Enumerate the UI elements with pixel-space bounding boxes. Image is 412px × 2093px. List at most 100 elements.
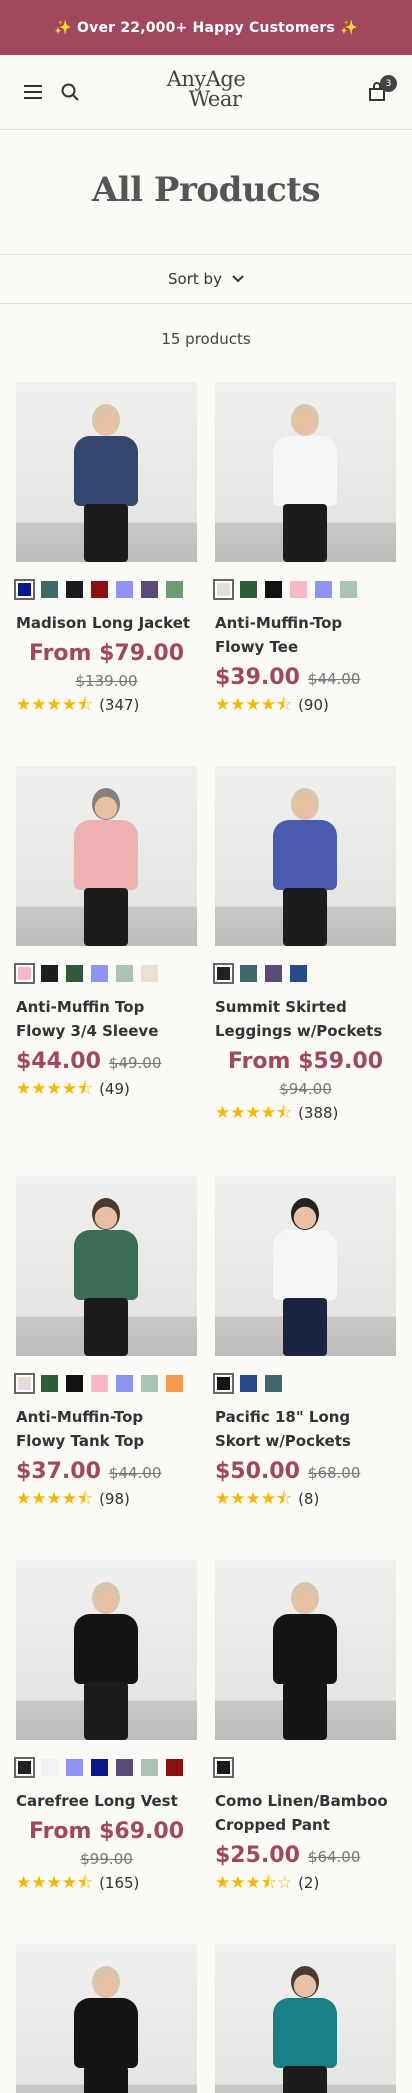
color-swatch[interactable] (240, 965, 257, 982)
color-swatch[interactable] (66, 965, 83, 982)
product-card[interactable]: Summit Skirted Leggings w/Pockets From $5… (213, 766, 396, 1122)
product-name[interactable]: Anti-Muffin-Top Flowy Tank Top (16, 1405, 197, 1453)
product-name[interactable]: Anti-Muffin-Top Flowy Tee (215, 611, 396, 659)
color-swatches (14, 1373, 197, 1394)
compare-price: $44.00 (108, 1464, 162, 1482)
product-image[interactable] (215, 1944, 396, 2093)
product-image[interactable] (215, 1560, 396, 1740)
color-swatch[interactable] (66, 1759, 83, 1776)
product-image[interactable] (16, 382, 197, 562)
color-swatch[interactable] (41, 1759, 58, 1776)
review-count: (90) (298, 696, 329, 714)
cart-count-badge: 3 (380, 75, 397, 92)
color-swatch[interactable] (166, 581, 183, 598)
color-swatch[interactable] (213, 579, 234, 600)
color-swatches (14, 1757, 197, 1778)
color-swatch[interactable] (116, 1375, 133, 1392)
color-swatch[interactable] (14, 1757, 35, 1778)
star-rating-icon: ★★★⯪☆ (215, 1872, 293, 1893)
model-head (291, 1582, 319, 1614)
color-swatches (213, 963, 396, 984)
color-swatch[interactable] (91, 1375, 108, 1392)
product-card[interactable]: Anti-Muffin-Top Flowy Tank Top $37.00 $44.… (14, 1176, 197, 1508)
color-swatch[interactable] (14, 579, 35, 600)
color-swatch[interactable] (315, 581, 332, 598)
color-swatch[interactable] (290, 965, 307, 982)
search-icon[interactable] (59, 81, 81, 103)
product-image[interactable] (215, 1176, 396, 1356)
product-card[interactable]: Como Linen/Bamboo Cropped Pant $25.00 $64.… (213, 1560, 396, 1892)
product-card[interactable]: Anti-Muffin Top Flowy 3/4 Sleeve $44.00 $4… (14, 766, 197, 1099)
color-swatch[interactable] (265, 581, 282, 598)
color-swatch[interactable] (141, 1759, 158, 1776)
color-swatch[interactable] (213, 963, 234, 984)
color-swatch[interactable] (41, 965, 58, 982)
color-swatch[interactable] (41, 581, 58, 598)
color-swatch[interactable] (91, 965, 108, 982)
product-rating: ★★★★⯪ (388) (215, 1104, 396, 1122)
color-swatch[interactable] (91, 581, 108, 598)
product-name[interactable]: Pacific 18" Long Skort w/Pockets (215, 1405, 396, 1453)
color-swatch[interactable] (213, 1757, 234, 1778)
product-name[interactable]: Anti-Muffin Top Flowy 3/4 Sleeve (16, 995, 197, 1043)
product-image[interactable] (16, 1560, 197, 1740)
product-card[interactable]: Pacific 18" Long Skort w/Pockets $50.00 $6… (213, 1176, 396, 1508)
color-swatch[interactable] (116, 965, 133, 982)
star-rating-icon: ★★★★⯪ (16, 1078, 94, 1099)
color-swatch[interactable] (166, 1759, 183, 1776)
product-image[interactable] (215, 382, 396, 562)
color-swatch[interactable] (265, 1375, 282, 1392)
color-swatch[interactable] (14, 963, 35, 984)
color-swatch[interactable] (141, 965, 158, 982)
page-title: All Products (91, 170, 321, 210)
model-top (273, 1614, 337, 1684)
review-count: (49) (99, 1080, 130, 1098)
color-swatch[interactable] (340, 581, 357, 598)
logo-line2: Wear (188, 87, 242, 111)
product-card[interactable]: Madison Long Jacket From $79.00 $139.00 ★★★… (14, 382, 197, 714)
product-image[interactable] (16, 1944, 197, 2093)
product-name[interactable]: Carefree Long Vest (16, 1789, 197, 1813)
price-row: $44.00 $49.00 (16, 1049, 197, 1074)
product-image[interactable] (16, 766, 197, 946)
sort-dropdown[interactable]: Sort by (0, 254, 412, 304)
menu-icon[interactable] (22, 81, 44, 103)
sort-label: Sort by (168, 270, 222, 288)
model-head (92, 788, 120, 820)
color-swatch[interactable] (14, 1373, 35, 1394)
color-swatch[interactable] (66, 581, 83, 598)
cart-icon[interactable]: 3 (366, 75, 397, 103)
product-card[interactable]: Anti-Muffin-Top Flowy Tee $39.00 $44.00 ★★★… (213, 382, 396, 714)
product-rating: ★★★⯪☆ (2) (215, 1874, 396, 1892)
color-swatch[interactable] (66, 1375, 83, 1392)
product-name[interactable]: Madison Long Jacket (16, 611, 197, 635)
price-row: $50.00 $68.00 (215, 1459, 396, 1484)
product-rating: ★★★★⯪ (90) (215, 696, 396, 714)
product-image[interactable] (215, 766, 396, 946)
color-swatch[interactable] (91, 1759, 108, 1776)
product-name[interactable]: Como Linen/Bamboo Cropped Pant (215, 1789, 396, 1837)
color-swatch[interactable] (213, 1373, 234, 1394)
color-swatch[interactable] (116, 581, 133, 598)
model-top (74, 1998, 138, 2068)
site-logo[interactable]: AnyAge Wear (167, 69, 246, 111)
color-swatch[interactable] (240, 581, 257, 598)
model-top (74, 1614, 138, 1684)
color-swatch[interactable] (41, 1375, 58, 1392)
compare-price: $44.00 (307, 670, 361, 688)
product-card[interactable] (16, 1944, 197, 2093)
model-head (291, 1198, 319, 1230)
color-swatch[interactable] (116, 1759, 133, 1776)
color-swatch[interactable] (141, 581, 158, 598)
color-swatch[interactable] (240, 1375, 257, 1392)
color-swatch[interactable] (290, 581, 307, 598)
color-swatch[interactable] (141, 1375, 158, 1392)
product-image[interactable] (16, 1176, 197, 1356)
star-rating-icon: ★★★★⯪ (16, 1872, 94, 1893)
product-price: $25.00 (215, 1843, 300, 1868)
product-card[interactable]: Carefree Long Vest From $69.00 $99.00 ★★★★⯪… (14, 1560, 197, 1893)
color-swatch[interactable] (265, 965, 282, 982)
product-name[interactable]: Summit Skirted Leggings w/Pockets (215, 995, 396, 1043)
color-swatch[interactable] (166, 1375, 183, 1392)
product-card[interactable] (215, 1944, 396, 2093)
